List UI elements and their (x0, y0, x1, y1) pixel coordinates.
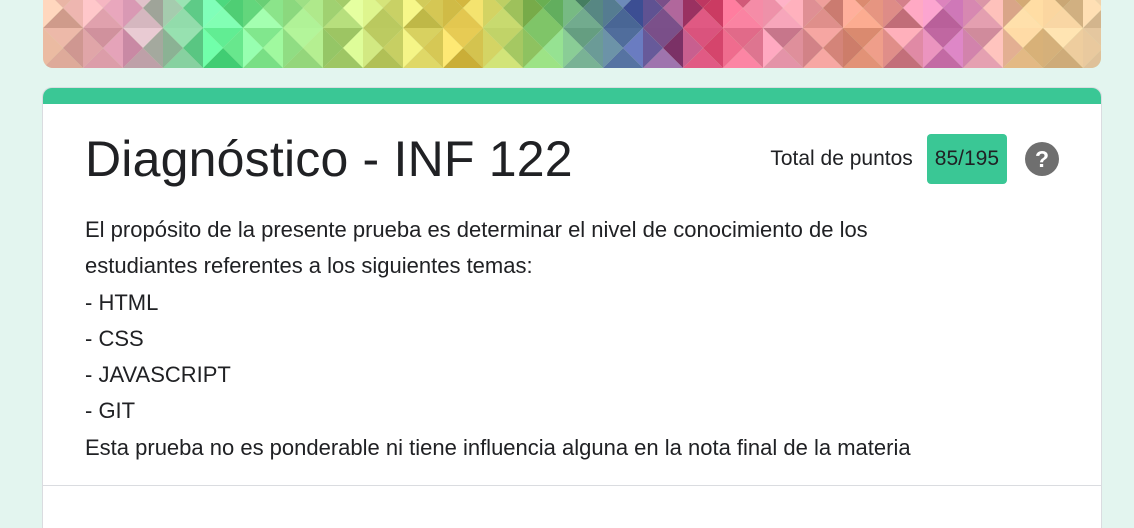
form-header-card: Diagnóstico - INF 122 Total de puntos 85… (43, 88, 1101, 528)
total-points: Total de puntos 85/195 ? (770, 134, 1059, 184)
section-divider (43, 485, 1101, 486)
description-line: - HTML (85, 289, 159, 315)
description-line: - GIT (85, 398, 136, 424)
description-line: El propósito de la presente prueba es de… (85, 217, 868, 242)
description-line: - CSS (85, 325, 144, 351)
help-circle-icon[interactable]: ? (1025, 142, 1059, 176)
points-label: Total de puntos (770, 147, 913, 170)
form-title: Diagnóstico - INF 122 (85, 131, 573, 187)
description-line: Esta prueba no es ponderable ni tiene in… (85, 434, 911, 460)
banner-pattern (43, 0, 1101, 68)
help-icon-glyph: ? (1034, 146, 1050, 172)
form-description: El propósito de la presente prueba es de… (85, 212, 1045, 466)
description-line: - JAVASCRIPT (85, 362, 231, 388)
header-banner-image (43, 0, 1101, 68)
card-accent-bar (43, 88, 1101, 104)
points-badge: 85/195 (926, 134, 1007, 184)
description-line: estudiantes referentes a los siguientes … (85, 253, 533, 279)
